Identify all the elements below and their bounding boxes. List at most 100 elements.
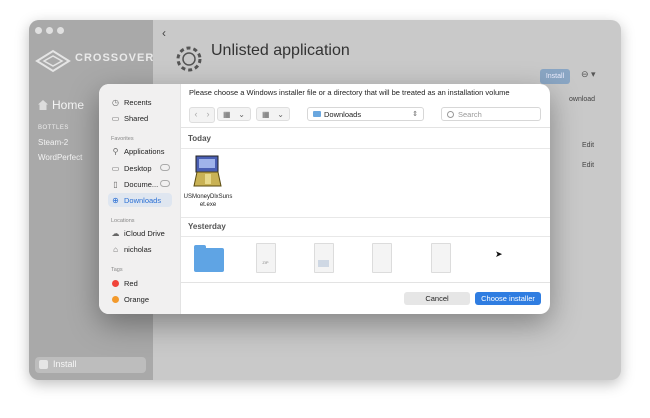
gallery-icon: ▦ [262,109,270,119]
bottle-item-wordperfect[interactable]: WordPerfect [38,153,82,162]
sidebar-item-shared[interactable]: ▭ Shared [108,111,172,125]
cloud-icon [160,180,170,187]
back-forward-group: ‹ › [189,107,215,123]
folder-icon [194,245,224,272]
install-label: Install [53,359,77,369]
file-item-usmoneydlxsunset[interactable]: USMoneyDlxSuns et.exe [181,154,236,209]
group-view-button[interactable]: ▦ ⌄ [256,107,290,121]
group-header-yesterday: Yesterday [188,222,226,231]
bottles-header: BOTTLES [38,125,69,131]
home-label: Home [52,98,85,112]
locations-header: Locations [111,218,135,224]
sidebar-item-label: Orange [124,294,150,304]
sidebar-item-label: Docume... [124,179,159,189]
zip-label-icon: ZIP [262,260,269,265]
back-chevron-icon[interactable]: ‹ [162,26,166,40]
forward-arrow-icon[interactable]: › [202,108,214,122]
bottle-item-steam-2[interactable]: Steam-2 [38,138,68,147]
edit-link-2[interactable]: Edit [582,162,594,169]
install-icon [39,360,48,369]
sidebar-item-desktop[interactable]: ▭ Desktop [108,161,172,175]
tags-header: Tags [111,267,123,273]
icon-view-button[interactable]: ▦ ⌄ [217,107,251,121]
sidebar-item-label: Shared [124,113,149,123]
gear-icon [176,46,202,72]
close-window-button[interactable] [35,27,42,34]
sidebar-item-documents[interactable]: ▯ Docume... [108,177,172,191]
cloud-icon: ☁ [111,228,120,238]
folder-icon [313,111,321,117]
crossover-logo-icon [35,49,71,73]
edit-link-1[interactable]: Edit [582,142,594,149]
divider [181,217,550,218]
group-header-today: Today [188,134,211,143]
search-input[interactable]: Search [441,107,541,121]
sidebar-item-icloud-drive[interactable]: ☁ iCloud Drive [108,226,172,240]
location-select[interactable]: Downloads ⇕ [307,107,424,121]
list-item[interactable] [413,243,469,273]
divider [181,148,550,149]
image-file-icon [314,243,334,273]
choose-installer-button[interactable]: Choose installer [475,292,541,305]
home-icon [38,100,48,110]
sidebar-item-label: Downloads [124,195,162,205]
sidebar-install-button[interactable]: Install [35,357,146,373]
list-item[interactable] [181,245,237,272]
file-name-line1: USMoneyDlxSuns [183,194,233,200]
zip-file-icon: ZIP [256,243,276,273]
clock-icon: ◷ [112,97,119,107]
sidebar-item-label: nicholas [124,244,152,254]
list-item[interactable]: ZIP [238,243,294,273]
red-tag-icon [111,279,120,288]
orange-tag-icon [111,295,120,304]
location-label: Downloads [324,109,362,119]
grid-icon: ▦ [223,109,231,119]
mouse-cursor-icon: ➤ [495,249,503,259]
sidebar-item-label: Recents [124,97,152,107]
document-file-icon [372,243,392,273]
dialog-sidebar: ◷ Recents ▭ Shared Favorites ⚲ Applications… [99,84,181,314]
favorites-header: Favorites [111,136,134,142]
sidebar-item-tag-red[interactable]: Red [108,276,172,290]
sidebar-item-label: Applications [124,146,165,156]
cancel-button[interactable]: Cancel [404,292,470,305]
more-options-icon[interactable]: ⊖ ▾ [581,69,596,80]
cloud-icon [160,164,170,171]
divider [181,236,550,237]
crossover-logo: CROSSOVER [35,48,153,74]
dialog-prompt: Please choose a Windows installer file o… [189,88,510,97]
home-nav-item[interactable]: Home [38,98,84,112]
list-item[interactable] [296,243,352,273]
chevron-down-icon: ⌄ [238,109,245,119]
file-chooser-dialog: ◷ Recents ▭ Shared Favorites ⚲ Applications… [99,84,550,314]
document-icon: ▯ [113,179,118,189]
search-icon [447,110,454,118]
page-title: Unlisted application [211,42,350,59]
applications-icon: ⚲ [112,146,119,156]
dialog-footer: Cancel Choose installer [181,282,550,314]
sidebar-item-nicholas[interactable]: ⌂ nicholas [108,242,172,256]
back-arrow-icon[interactable]: ‹ [190,108,202,122]
image-thumb-icon [318,260,329,267]
brand-name: CROSSOVER [75,52,155,64]
file-name-line2: et.exe [199,202,217,208]
sidebar-item-label: Red [124,278,138,288]
list-item[interactable] [354,243,410,273]
sidebar-item-downloads[interactable]: ⊕ Downloads [108,193,172,207]
minimize-window-button[interactable] [46,27,53,34]
download-link[interactable]: ownload [569,96,595,103]
sidebar-item-label: Desktop [124,163,152,173]
chevron-updown-icon: ⇕ [412,111,418,118]
search-placeholder: Search [458,109,482,119]
install-button[interactable]: Install [540,69,570,84]
download-icon: ⊕ [112,195,119,205]
sidebar-item-label: iCloud Drive [124,228,165,238]
installer-exe-icon [193,155,222,187]
desktop-icon: ▭ [111,163,120,173]
sidebar-item-recents[interactable]: ◷ Recents [108,95,172,109]
document-file-icon [431,243,451,273]
sidebar-item-applications[interactable]: ⚲ Applications [108,144,172,158]
sidebar-item-tag-orange[interactable]: Orange [108,292,172,306]
shared-folder-icon: ▭ [111,113,120,123]
zoom-window-button[interactable] [57,27,64,34]
